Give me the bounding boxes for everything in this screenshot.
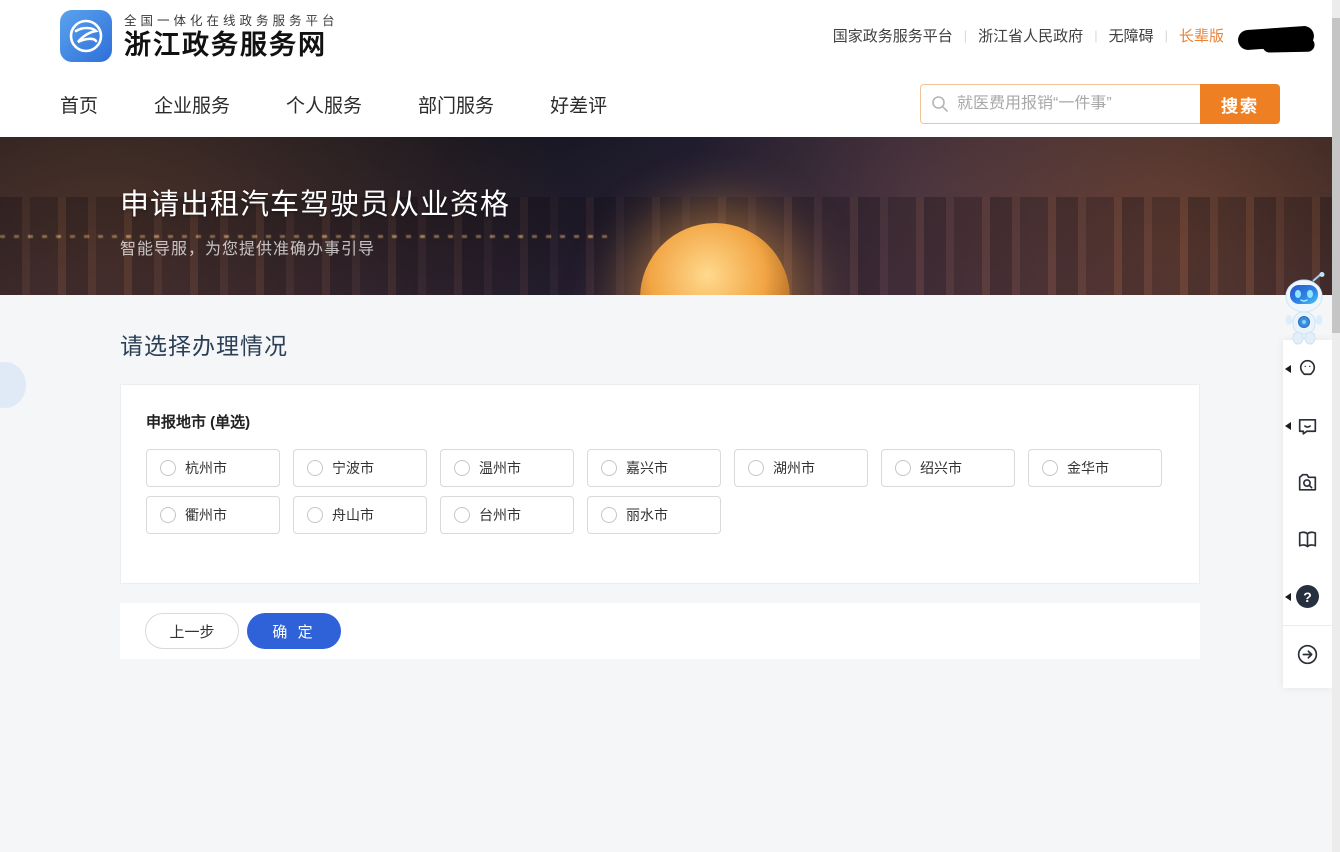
nav-item-home[interactable]: 首页 [60,91,98,118]
city-option-label: 宁波市 [332,458,374,478]
radio-button[interactable] [601,460,617,476]
confirm-button[interactable]: 确 定 [247,613,341,649]
nav-items: 首页 企业服务 个人服务 部门服务 好差评 [60,91,607,118]
city-option[interactable]: 台州市 [440,496,574,534]
nav-item-enterprise[interactable]: 企业服务 [154,91,230,118]
city-option-label: 嘉兴市 [626,458,668,478]
site-name: 浙江政务服务网 [124,31,339,61]
robot-icon [1279,272,1331,346]
radio-button[interactable] [1042,460,1058,476]
nav-item-rating[interactable]: 好差评 [550,91,607,118]
collapse-arrow-icon [1285,593,1291,601]
city-option[interactable]: 嘉兴市 [587,449,721,487]
assistant-face-icon [1295,356,1320,381]
page-scrollbar [1332,0,1340,852]
city-option[interactable]: 湖州市 [734,449,868,487]
logo-swirl-icon [66,16,106,56]
expand-sidebar-button[interactable] [1283,625,1332,682]
city-option[interactable]: 绍兴市 [881,449,1015,487]
redacted-user-info [1237,25,1314,50]
city-option-label: 温州市 [479,458,521,478]
city-option-label: 金华市 [1067,458,1109,478]
city-option[interactable]: 丽水市 [587,496,721,534]
floating-sidebar: ? [1283,340,1332,688]
search-box: 搜索 [920,84,1280,124]
feedback-chat-button[interactable] [1283,397,1332,454]
page-subtitle: 智能导服，为您提供准确办事引导 [120,235,1340,259]
guide-book-icon [1295,527,1320,552]
city-option-label: 衢州市 [185,505,227,525]
city-option[interactable]: 温州市 [440,449,574,487]
city-option-label: 舟山市 [332,505,374,525]
city-option-label: 绍兴市 [920,458,962,478]
site-logo[interactable] [60,10,112,62]
form-panel: 申报地市 (单选) 杭州市 宁波市 温州市 嘉兴市 湖州市 绍兴市 金华市 衢州… [120,384,1200,584]
header-links: 国家政务服务平台 | 浙江省人民政府 | 无障碍 | 长辈版 [833,25,1314,46]
search-input[interactable] [957,95,1190,113]
page-title: 申请出租汽车驾驶员从业资格 [120,181,1340,223]
main-nav: 首页 企业服务 个人服务 部门服务 好差评 搜索 [0,71,1340,137]
radio-button[interactable] [454,460,470,476]
radio-button[interactable] [601,507,617,523]
link-provincial-gov[interactable]: 浙江省人民政府 [978,25,1083,46]
nav-item-department[interactable]: 部门服务 [418,91,494,118]
nav-item-personal[interactable]: 个人服务 [286,91,362,118]
banner-text: 申请出租汽车驾驶员从业资格 智能导服，为您提供准确办事引导 [0,137,1340,259]
guide-book-button[interactable] [1283,511,1332,568]
radio-button[interactable] [307,507,323,523]
radio-button[interactable] [454,507,470,523]
collapse-arrow-icon [1285,365,1291,373]
assistant-robot-mascot[interactable] [1279,272,1331,346]
link-separator: | [1094,28,1097,43]
brand-text: 全国一体化在线政务服务平台 浙江政务服务网 [124,10,339,61]
search-archive-button[interactable] [1283,454,1332,511]
help-question-icon: ? [1296,585,1319,608]
radio-button[interactable] [160,507,176,523]
expand-arrow-icon [1295,642,1320,667]
link-national-platform[interactable]: 国家政务服务平台 [833,25,953,46]
radio-button[interactable] [748,460,764,476]
city-options-grid: 杭州市 宁波市 温州市 嘉兴市 湖州市 绍兴市 金华市 衢州市 舟山市 台州市 [146,449,1174,534]
city-option[interactable]: 宁波市 [293,449,427,487]
previous-step-button[interactable]: 上一步 [145,613,239,649]
search-button[interactable]: 搜索 [1200,84,1280,124]
search-archive-icon [1295,470,1320,495]
city-option-label: 湖州市 [773,458,815,478]
link-accessibility[interactable]: 无障碍 [1109,25,1154,46]
city-option[interactable]: 金华市 [1028,449,1162,487]
main-content: 请选择办理情况 申报地市 (单选) 杭州市 宁波市 温州市 嘉兴市 湖州市 绍兴… [0,295,1340,852]
feedback-chat-icon [1295,413,1320,438]
help-question-button[interactable]: ? [1283,568,1332,625]
platform-name: 全国一体化在线政务服务平台 [124,10,339,29]
city-option[interactable]: 杭州市 [146,449,280,487]
city-option[interactable]: 舟山市 [293,496,427,534]
city-option-label: 杭州市 [185,458,227,478]
link-separator: | [964,28,967,43]
hero-banner: 申请出租汽车驾驶员从业资格 智能导服，为您提供准确办事引导 [0,137,1340,295]
link-separator: | [1165,28,1168,43]
link-elder-mode[interactable]: 长辈版 [1179,25,1224,46]
form-field-label: 申报地市 (单选) [146,411,1174,432]
city-option[interactable]: 衢州市 [146,496,280,534]
top-header: 全国一体化在线政务服务平台 浙江政务服务网 国家政务服务平台 | 浙江省人民政府… [0,0,1340,71]
radio-button[interactable] [895,460,911,476]
search-icon [931,95,949,113]
city-option-label: 丽水市 [626,505,668,525]
search-input-wrap [920,84,1200,124]
radio-button[interactable] [307,460,323,476]
section-title: 请选择办理情况 [0,295,1340,361]
assistant-face-button[interactable] [1283,340,1332,397]
action-button-bar: 上一步 确 定 [120,603,1200,659]
radio-button[interactable] [160,460,176,476]
collapse-arrow-icon [1285,422,1291,430]
city-option-label: 台州市 [479,505,521,525]
